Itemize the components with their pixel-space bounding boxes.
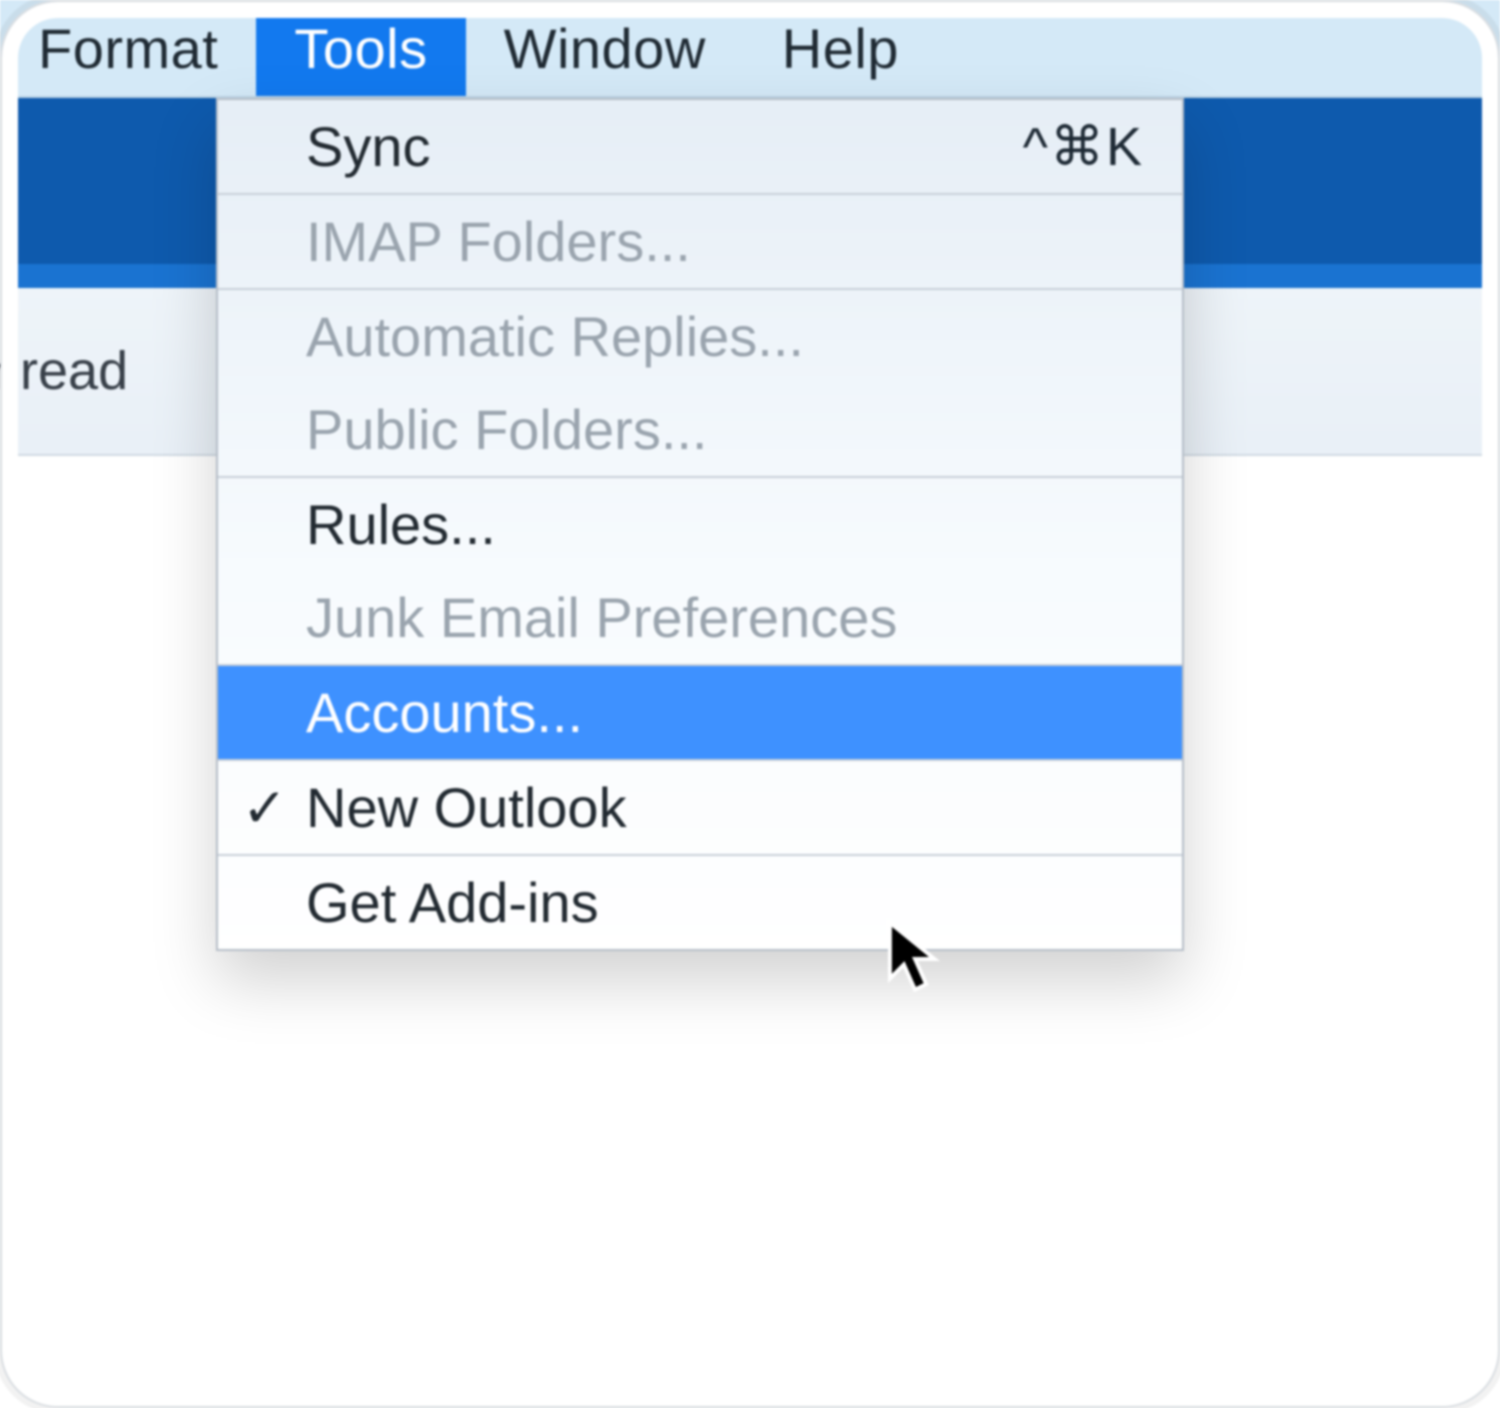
menubar-item-format[interactable]: Format bbox=[0, 0, 256, 96]
menu-item-label: Rules... bbox=[306, 492, 496, 557]
mac-menubar: Format Tools Window Help bbox=[0, 0, 1500, 98]
menu-item-label: Public Folders... bbox=[306, 397, 708, 462]
menu-item-get-add-ins[interactable]: Get Add-ins bbox=[218, 856, 1182, 949]
menubar-item-window[interactable]: Window bbox=[466, 0, 744, 96]
toolbar-fragment-text: nread bbox=[0, 340, 128, 402]
check-icon: ✓ bbox=[242, 776, 287, 839]
menu-item-accounts[interactable]: Accounts... bbox=[218, 666, 1182, 759]
menu-item-automatic-replies: Automatic Replies... bbox=[218, 290, 1182, 383]
menu-item-junk-email-preferences: Junk Email Preferences bbox=[218, 571, 1182, 664]
menu-item-label: Get Add-ins bbox=[306, 870, 599, 935]
tools-dropdown-menu: Sync ^⌘K IMAP Folders... Automatic Repli… bbox=[216, 98, 1184, 951]
menu-item-label: Junk Email Preferences bbox=[306, 585, 897, 650]
menu-item-imap-folders: IMAP Folders... bbox=[218, 195, 1182, 288]
menu-item-label: Automatic Replies... bbox=[306, 304, 804, 369]
menu-item-label: New Outlook bbox=[306, 775, 627, 840]
menu-item-label: IMAP Folders... bbox=[306, 209, 691, 274]
menubar-item-help[interactable]: Help bbox=[744, 0, 937, 96]
menu-item-label: Sync bbox=[306, 114, 431, 179]
menu-item-sync[interactable]: Sync ^⌘K bbox=[218, 100, 1182, 193]
menu-item-new-outlook[interactable]: ✓ New Outlook bbox=[218, 761, 1182, 854]
menu-item-label: Accounts... bbox=[306, 680, 583, 745]
menu-item-rules[interactable]: Rules... bbox=[218, 478, 1182, 571]
menu-item-shortcut: ^⌘K bbox=[1023, 115, 1152, 178]
cursor-icon bbox=[886, 920, 944, 998]
menubar-item-tools[interactable]: Tools bbox=[256, 0, 465, 96]
menu-item-public-folders: Public Folders... bbox=[218, 383, 1182, 476]
